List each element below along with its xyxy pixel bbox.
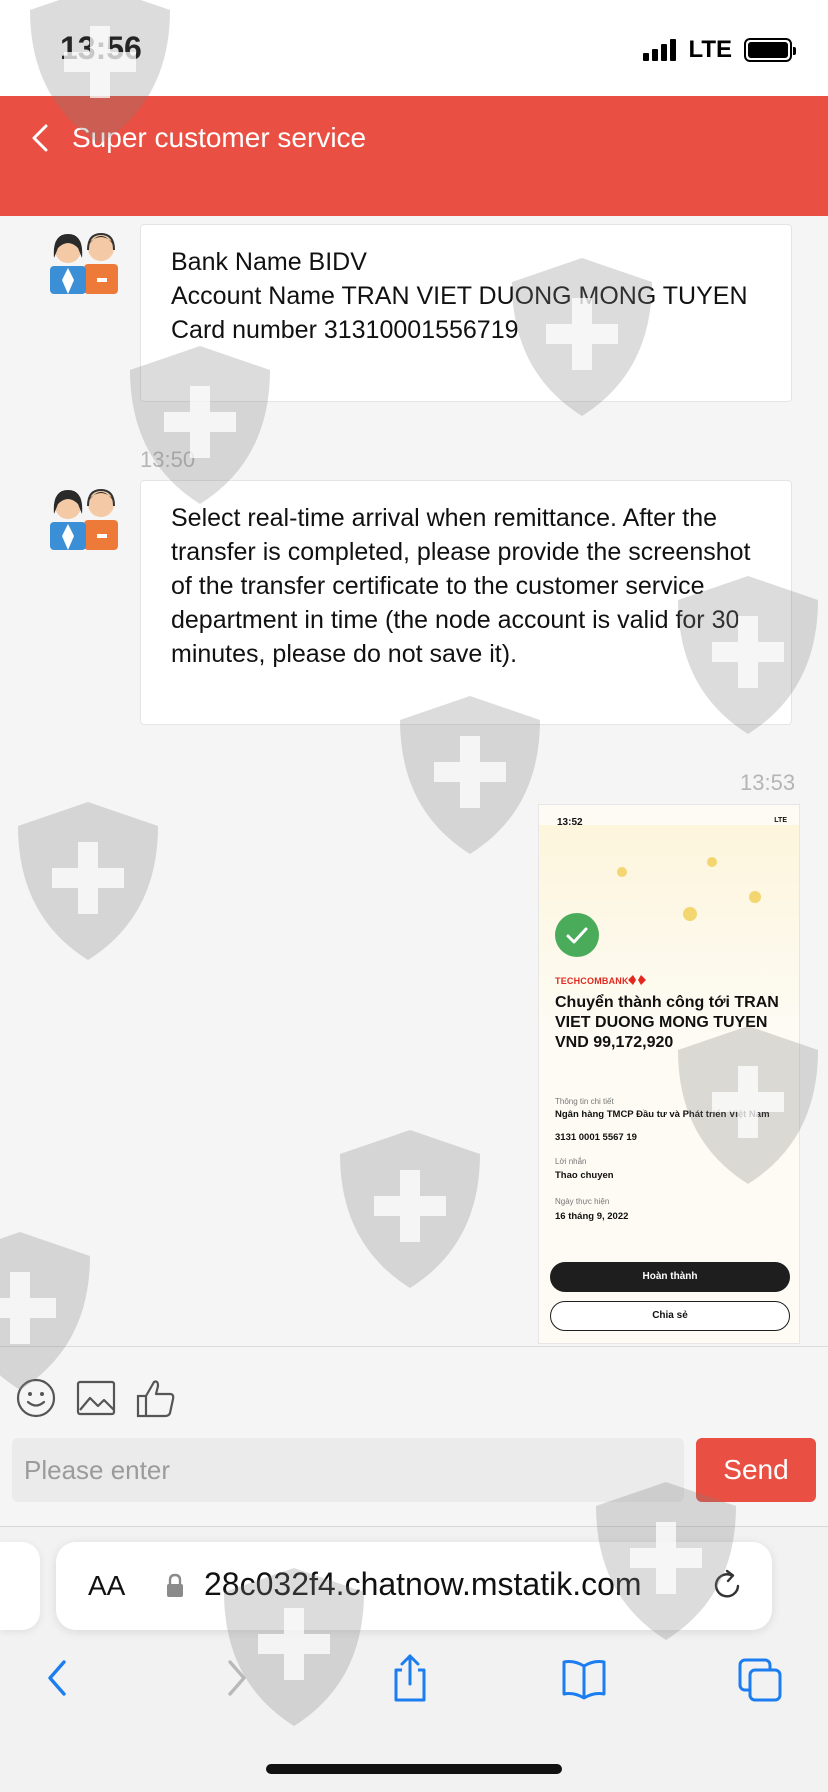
message-bubble: Bank Name BIDV Account Name TRAN VIET DU… [140,224,792,402]
lock-icon [167,1573,183,1597]
success-check-icon [555,913,599,957]
browser-back-icon[interactable] [34,1652,82,1704]
status-time: 13:56 [60,30,142,66]
date-label: Ngày thực hiện [555,1197,610,1206]
message-timestamp: 13:53 [740,770,796,795]
transfer-receipt-image[interactable]: 13:52 LTE TECHCOMBANK Chuyển thành công … [538,804,800,1344]
share-icon[interactable] [386,1652,434,1704]
status-bar: 13:56 LTE [0,0,828,96]
send-button[interactable]: Send [696,1438,816,1502]
message-input[interactable] [12,1438,684,1502]
message-line: Account Name TRAN VIET DUONG MONG TUYEN [171,282,748,310]
message-value: Thao chuyen [555,1170,614,1181]
coin-decoration [617,867,627,877]
receipt-status-network: LTE [774,817,787,824]
message-timestamp: 13:50 [140,447,196,472]
back-icon[interactable] [24,118,56,158]
browser-forward-icon[interactable] [212,1652,260,1704]
url-text[interactable]: 28c032f4.chatnow.mstatik.com [204,1566,642,1603]
previous-tab-peek[interactable] [0,1542,40,1630]
chat-title: Super customer service [72,122,367,153]
bank-brand: TECHCOMBANK [555,976,629,986]
network-label: LTE [688,36,732,63]
transfer-headline: Chuyển thành công tới TRAN VIET DUONG MO… [555,994,779,1051]
done-button: Hoàn thành [550,1262,790,1292]
coin-decoration [749,891,761,903]
detail-label: Thông tin chi tiết [555,1097,614,1106]
coin-decoration [683,907,697,921]
bank-logo-icon [628,975,646,985]
receipt-status-time: 13:52 [557,817,583,828]
thumbs-up-icon[interactable] [134,1376,178,1420]
date-value: 16 tháng 9, 2022 [555,1211,629,1222]
tabs-icon[interactable] [736,1652,784,1704]
bookmarks-icon[interactable] [560,1652,608,1704]
coin-decoration [707,857,717,867]
message-label: Lời nhắn [555,1157,587,1166]
home-indicator [266,1764,562,1774]
share-button: Chia sẻ [550,1301,790,1331]
message-line: Bank Name BIDV [171,248,367,276]
agent-avatar-icon [50,488,118,550]
text-size-button[interactable]: AA [88,1570,125,1602]
account-value: 3131 0001 5567 19 [555,1132,637,1143]
status-indicators: LTE [643,36,796,64]
message-bubble: Select real-time arrival when remittance… [140,480,792,725]
agent-avatar-icon [50,232,118,294]
shield-watermark-icon [340,1130,480,1288]
image-icon[interactable] [74,1376,118,1420]
message-text: Select real-time arrival when remittance… [171,504,751,668]
message-line: Card number 31310001556719 [171,316,519,344]
emoji-icon[interactable] [14,1376,58,1420]
signal-icon [643,39,677,61]
reload-icon[interactable] [708,1566,746,1604]
shield-watermark-icon [18,802,158,960]
chat-header: Super customer service [0,96,828,216]
battery-icon [744,38,796,62]
bank-name-value: Ngân hàng TMCP Đầu tư và Phát triển Việt… [555,1109,770,1120]
